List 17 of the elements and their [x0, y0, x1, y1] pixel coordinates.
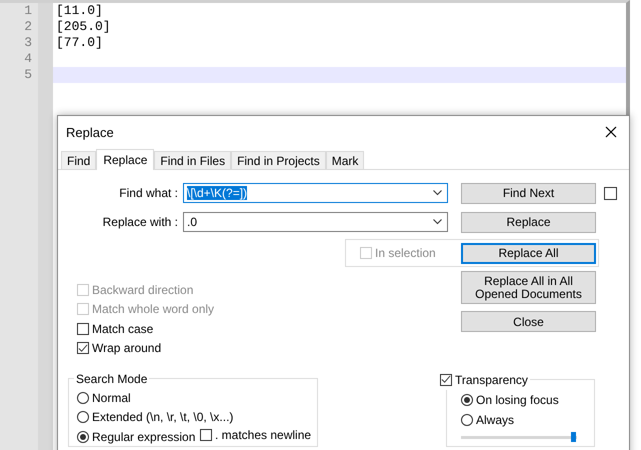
group-title: Search Mode	[74, 372, 150, 386]
radio-label: On losing focus	[476, 393, 559, 407]
radio-label: Extended (\n, \r, \t, \0, \x...)	[92, 410, 234, 424]
editor-line: [77.0]	[55, 35, 104, 51]
radio-label: Regular expression	[92, 430, 196, 444]
editor-line: [11.0]	[55, 3, 104, 19]
line-number: 4	[24, 51, 32, 67]
editor-line: [205.0]	[55, 19, 112, 35]
line-number: 5	[24, 67, 32, 83]
field-label: Find what :	[118, 186, 178, 200]
radio-label: Always	[476, 413, 514, 427]
line-number: 2	[24, 19, 32, 35]
line-number: 1	[24, 3, 32, 19]
line-number: 3	[24, 35, 32, 51]
radio-label: Normal	[92, 390, 131, 405]
dialog-title: Replace	[66, 124, 114, 140]
field-label: Replace with :	[102, 215, 178, 229]
